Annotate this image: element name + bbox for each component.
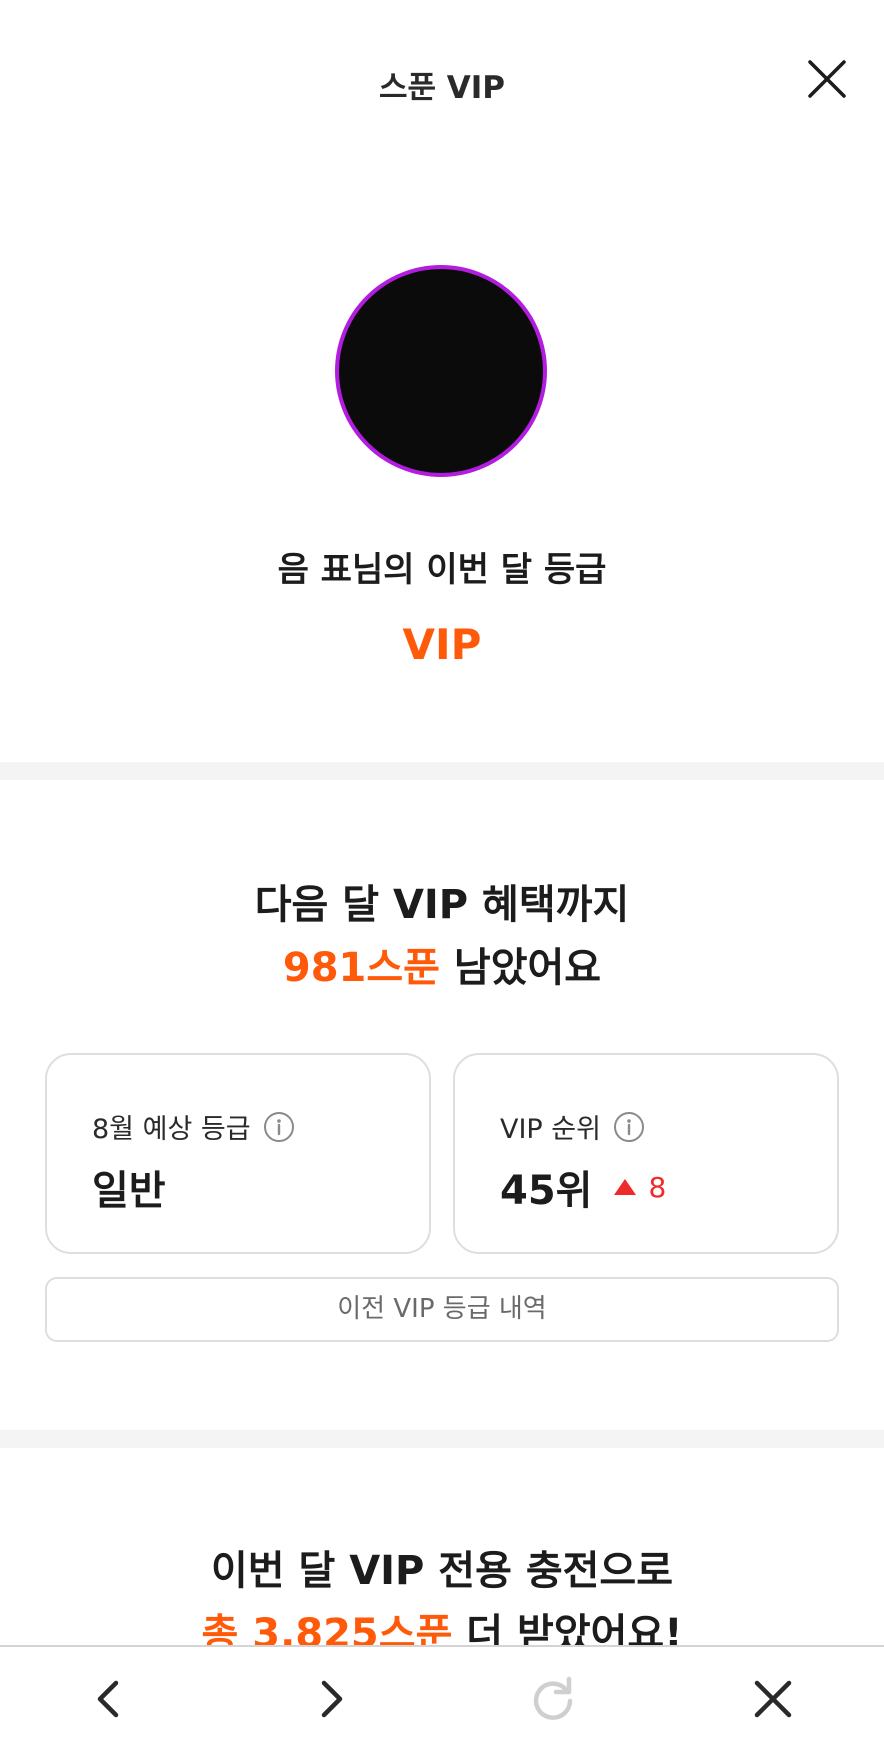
forward-button[interactable] — [300, 1669, 360, 1729]
vip-rank-value-row: 45위 8 — [500, 1158, 666, 1216]
section-divider — [0, 1430, 884, 1448]
back-button[interactable] — [80, 1669, 140, 1729]
expected-grade-label: 8월 예상 등급 — [92, 1114, 251, 1145]
chevron-left-icon — [97, 1680, 119, 1718]
close-icon — [808, 60, 846, 98]
close-browser-button[interactable] — [743, 1669, 803, 1729]
close-icon — [754, 1680, 792, 1718]
vip-rank-label-row: VIP 순위 — [500, 1107, 645, 1146]
page-title: 스푼 VIP — [378, 70, 506, 106]
remaining-amount: 981스푼 — [282, 945, 440, 991]
chevron-right-icon — [321, 1680, 343, 1718]
vip-history-button[interactable]: 이전 VIP 등급 내역 — [45, 1277, 839, 1342]
vip-rank-label: VIP 순위 — [500, 1114, 601, 1145]
vip-rank-value: 45위 — [500, 1168, 593, 1214]
next-benefit-remaining: 981스푼 남았어요 — [0, 935, 884, 993]
close-button[interactable] — [800, 52, 854, 106]
avatar — [335, 265, 547, 477]
refresh-icon — [533, 1676, 573, 1720]
vip-rank-card: VIP 순위 45위 8 — [453, 1053, 839, 1254]
grade-caption: 음 표님의 이번 달 등급 — [277, 550, 607, 590]
remaining-suffix: 남았어요 — [439, 945, 602, 991]
grade-value: VIP — [402, 620, 482, 669]
expected-grade-value: 일반 — [92, 1168, 166, 1214]
expected-grade-card: 8월 예상 등급 일반 — [45, 1053, 431, 1254]
rank-change: 8 — [614, 1171, 666, 1204]
charge-title: 이번 달 VIP 전용 충전으로 — [210, 1548, 674, 1594]
next-benefit-title: 다음 달 VIP 혜택까지 — [254, 882, 630, 928]
header: 스푼 VIP — [0, 0, 884, 165]
section-divider — [0, 762, 884, 780]
rank-change-value: 8 — [648, 1170, 667, 1204]
refresh-button[interactable] — [523, 1669, 583, 1729]
browser-toolbar — [0, 1645, 884, 1749]
info-icon[interactable] — [613, 1111, 645, 1143]
triangle-up-icon — [614, 1179, 637, 1195]
expected-grade-label-row: 8월 예상 등급 — [92, 1107, 295, 1146]
info-icon[interactable] — [263, 1111, 295, 1143]
